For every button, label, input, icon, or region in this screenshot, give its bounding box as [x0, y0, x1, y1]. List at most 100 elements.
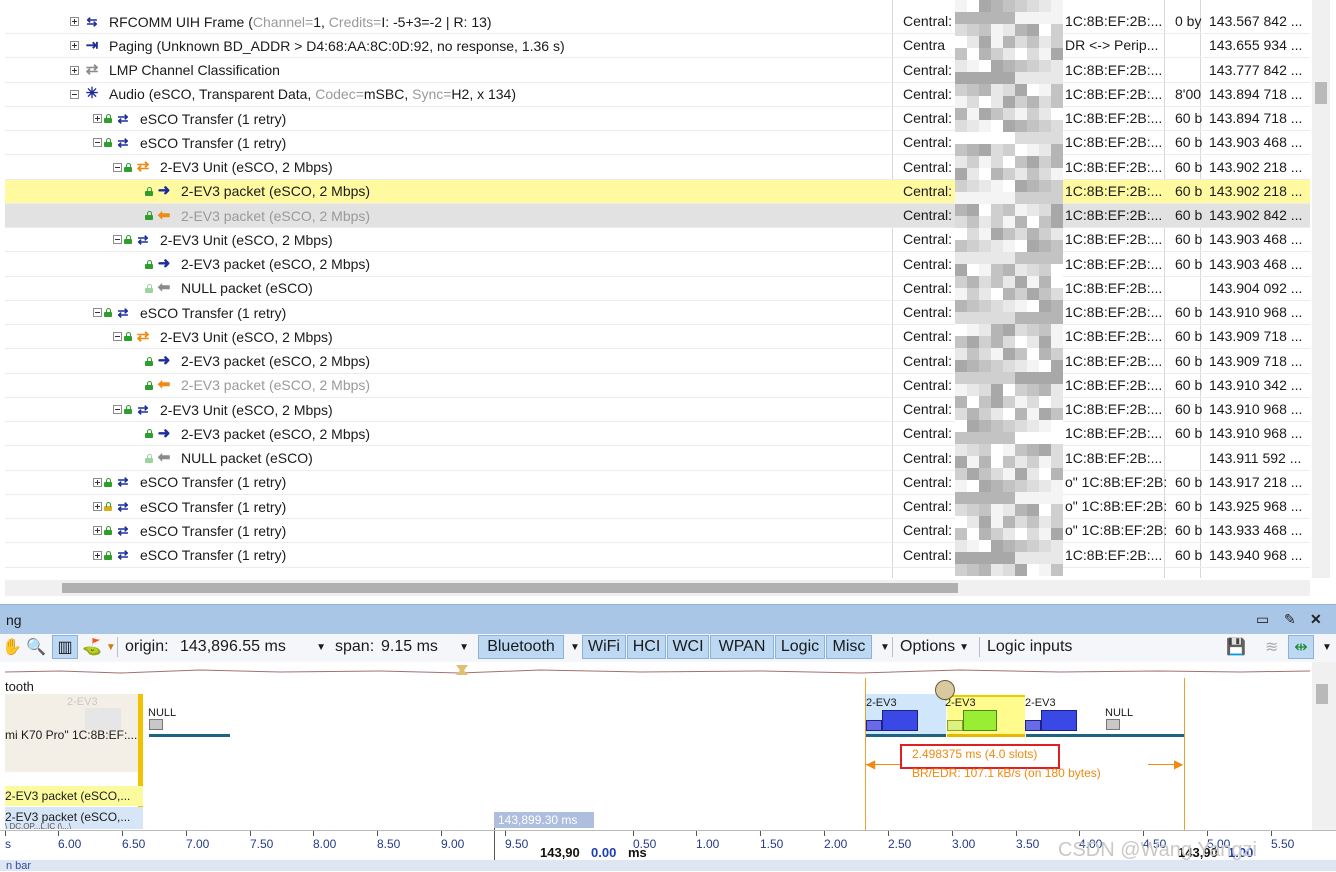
filter-wpan[interactable]: WPAN — [710, 635, 774, 659]
expand-icon[interactable] — [93, 526, 102, 536]
esco-transfer-icon: ⇄ — [117, 134, 129, 150]
packet-list[interactable]: ⇆ RFCOMM UIH Frame (Channel=1, Credits=I:… — [0, 0, 1336, 580]
expand-icon[interactable] — [70, 41, 79, 51]
packet-row[interactable]: ⇄ 2-EV3 Unit (eSCO, 2 Mbps) Central: 1C:8B:… — [5, 398, 1310, 422]
lock-icon — [145, 211, 153, 220]
collapse-icon[interactable] — [113, 405, 122, 414]
filter-wifi[interactable]: WiFi — [582, 635, 626, 659]
packet-row[interactable]: ⇄ eSCO Transfer (1 retry) Central: 1C:8B:EF… — [5, 301, 1310, 325]
packet-row[interactable]: ⇄ eSCO Transfer (1 retry) Central: 1C:8B:EF… — [5, 107, 1310, 131]
timestamp-cell: 143.902 218 ... — [1209, 182, 1303, 199]
save-icon[interactable]: 💾 — [1226, 636, 1246, 658]
packet-row[interactable]: ⇄ 2-EV3 Unit (eSCO, 2 Mbps) Central: 1C:8B:… — [5, 228, 1310, 253]
chevron-down-icon[interactable]: ▼ — [316, 642, 326, 653]
ruler-tick: 1.50 — [760, 831, 784, 851]
packet-ev3-c[interactable] — [1041, 710, 1077, 731]
collapse-icon[interactable] — [113, 162, 122, 172]
summary-segment: 2-EV3 packet (eSCO, 2 Mbps) — [181, 377, 371, 394]
unit-icon: ⇄ — [136, 327, 150, 345]
packet-row[interactable]: ➜ 2-EV3 packet (eSCO, 2 Mbps) Central: " 1C… — [5, 350, 1310, 374]
ruler-tick: 9.50 — [505, 831, 529, 851]
cursor-time-box[interactable]: 143,899.30 ms — [494, 812, 594, 828]
measure-cursor-right[interactable] — [1184, 678, 1185, 830]
packet-row[interactable]: ⇄ eSCO Transfer (1 retry) Central: 1C:8B:EF… — [5, 544, 1310, 568]
packet-row[interactable]: ✳ Audio (eSCO, Transparent Data, Codec=mS… — [5, 83, 1310, 107]
collapse-icon[interactable] — [93, 308, 102, 317]
filter-logic[interactable]: Logic — [775, 635, 825, 659]
packet-row[interactable]: ⇄ 2-EV3 Unit (eSCO, 2 Mbps) Central: 1C:8B:… — [5, 156, 1310, 180]
chevron-down-icon[interactable]: ▼ — [1318, 636, 1332, 658]
expand-icon[interactable] — [93, 550, 102, 560]
logic-inputs-button[interactable]: Logic inputs — [987, 636, 1072, 658]
collapse-icon[interactable] — [113, 235, 122, 245]
packet-null-right[interactable] — [1106, 719, 1120, 730]
packet-row[interactable]: ⇄ eSCO Transfer (1 retry) Central: 1C:8B:EF… — [5, 131, 1310, 156]
window-restore-icon[interactable]: ▭ — [1256, 611, 1269, 628]
packet-row[interactable]: ⇄ 2-EV3 Unit (eSCO, 2 Mbps) Central: " 1C:8… — [5, 325, 1310, 350]
film-reel-icon[interactable] — [935, 680, 955, 700]
packet-list-vertical-scrollbar[interactable] — [1312, 0, 1330, 578]
chevron-down-icon[interactable]: ▼ — [106, 642, 116, 653]
arrow-right-icon: ➜ — [157, 352, 171, 369]
scrollbar-thumb[interactable] — [1316, 684, 1328, 704]
time-ruler[interactable]: s 6.00 6.50 7.00 7.50 8.00 8.50 9.00 9.5… — [0, 830, 1336, 863]
packet-null-left[interactable] — [149, 719, 163, 730]
arrow-right-icon: ➜ — [157, 255, 171, 272]
lane-ev3-packet-a[interactable]: 2-EV3 packet (eSCO,... — [5, 786, 143, 806]
lane-ev3-packet-b[interactable]: 2-EV3 packet (eSCO,... \ DC.OP...L.IC (\… — [5, 807, 143, 829]
scrollbar-thumb[interactable] — [1315, 82, 1327, 104]
packet-row[interactable]: ➜ 2-EV3 packet (eSCO, 2 Mbps) Central: 1C:8… — [5, 253, 1310, 277]
length-cell: 60 b — [1175, 328, 1203, 345]
packet-row[interactable]: ⇄ eSCO Transfer (1 retry) Central: o" 1C:8B… — [5, 495, 1310, 519]
device-lane[interactable]: 2-EV3 mi K70 Pro" 1C:8B:EF:... — [5, 694, 142, 772]
signal-icon[interactable]: ≋ — [1265, 636, 1278, 658]
packet-row[interactable]: ➜ 2-EV3 packet (eSCO, 2 Mbps) Central: 1C:8… — [5, 179, 1310, 204]
filter-misc[interactable]: Misc — [826, 635, 872, 659]
timeline-canvas[interactable]: NULL 2-EV3 2-EV3 2-EV3 NULL ◀ ▶ 2.498375… — [144, 678, 1312, 830]
watermark: CSDN @Wang Yangzi — [1058, 839, 1257, 861]
esco-transfer-icon: ⇄ — [117, 522, 129, 538]
pin-icon[interactable]: ✎ — [1284, 611, 1296, 628]
packet-row[interactable]: ⇆ RFCOMM UIH Frame (Channel=1, Credits=I:… — [5, 10, 1310, 34]
expand-icon[interactable] — [70, 17, 79, 26]
options-menu[interactable]: Options ▼ — [900, 636, 969, 658]
expand-icon[interactable] — [70, 65, 79, 75]
chevron-down-icon[interactable]: ▼ — [566, 636, 580, 658]
origin-field[interactable]: 143,896.55 ms ▼ — [180, 636, 328, 658]
collapse-icon[interactable] — [93, 138, 102, 148]
packet-row[interactable]: ⬅ 2-EV3 packet (eSCO, 2 Mbps) Central: 1C:8… — [5, 204, 1310, 228]
packet-list-horizontal-scrollbar[interactable] — [5, 580, 1310, 596]
close-icon[interactable]: ✕ — [1310, 611, 1322, 628]
packet-row[interactable]: ⬅ NULL packet (eSCO) Central: 1C:8B:EF:2B:.… — [5, 277, 1310, 301]
tree-cell: ⇄ eSCO Transfer (1 retry) — [93, 471, 286, 494]
summary-segment: NULL packet (eSCO) — [181, 280, 313, 297]
filter-wci[interactable]: WCI — [667, 635, 709, 659]
expand-icon[interactable] — [93, 477, 102, 487]
packet-ev3-b[interactable] — [963, 710, 997, 731]
length-cell: 60 b — [1175, 522, 1203, 539]
span-field[interactable]: 9.15 ms ▼ — [381, 636, 471, 658]
marker-icon[interactable]: ⛳ ▼ — [82, 636, 116, 658]
layout-toggle-icon[interactable]: ▥ — [52, 635, 78, 659]
packet-row[interactable]: ➜ 2-EV3 packet (eSCO, 2 Mbps) Central: 1C:8… — [5, 422, 1310, 447]
hand-tool-icon[interactable]: ✋ — [2, 636, 22, 658]
packet-ev3-a[interactable] — [882, 710, 918, 731]
chevron-down-icon[interactable]: ▼ — [876, 636, 890, 658]
chevron-down-icon[interactable]: ▼ — [459, 642, 469, 653]
filter-hci[interactable]: HCI — [627, 635, 666, 659]
zoom-icon[interactable]: 🔍 — [26, 636, 46, 658]
packet-row[interactable]: ⬅ 2-EV3 packet (eSCO, 2 Mbps) Central: 1C:8… — [5, 374, 1310, 398]
filter-bluetooth[interactable]: Bluetooth — [478, 635, 564, 659]
scrollbar-thumb[interactable] — [62, 583, 958, 593]
split-icon[interactable]: ⇹ — [1288, 635, 1314, 659]
packet-row[interactable]: ⇥ Paging (Unknown BD_ADDR > D4:68:AA:8C:0… — [5, 34, 1310, 59]
packet-row[interactable]: ⇄ eSCO Transfer (1 retry) Central: o" 1C:8B… — [5, 519, 1310, 544]
expand-icon[interactable] — [93, 114, 102, 123]
packet-row[interactable]: ⇄ eSCO Transfer (1 retry) Central: o" 1C:8B… — [5, 471, 1310, 495]
packet-row[interactable]: ⬅ NULL packet (eSCO) Central: 1C:8B:EF:2B:.… — [5, 447, 1310, 471]
collapse-icon[interactable] — [70, 89, 79, 99]
collapse-icon[interactable] — [113, 332, 122, 342]
packet-row[interactable]: ⇄ LMP Channel Classification Central: 1C:8B… — [5, 59, 1310, 83]
timing-vertical-scrollbar[interactable] — [1312, 662, 1336, 832]
expand-icon[interactable] — [93, 502, 102, 511]
